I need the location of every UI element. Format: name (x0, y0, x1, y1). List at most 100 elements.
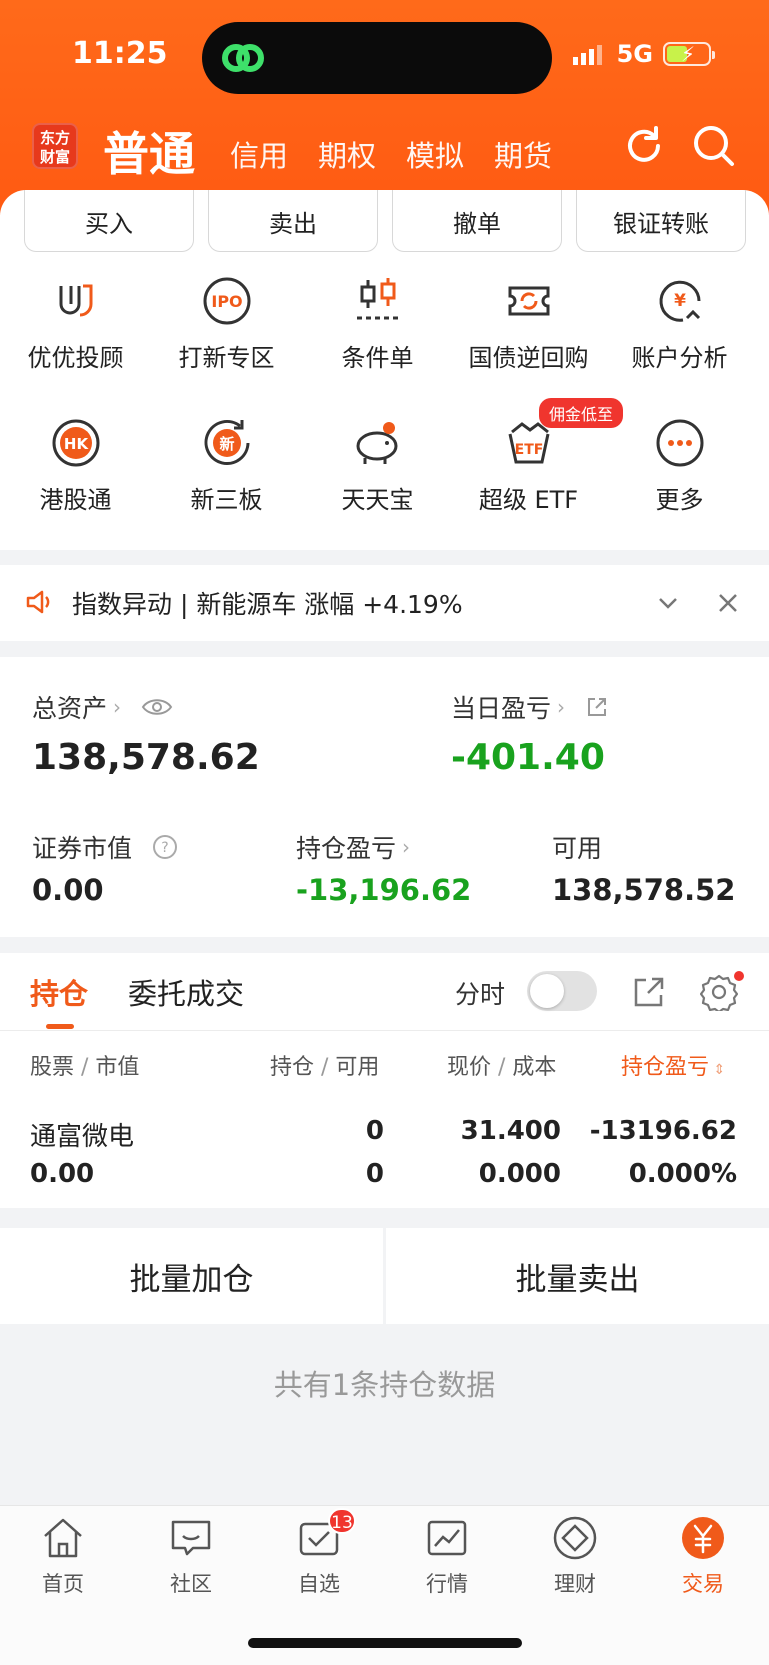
grid-label: 天天宝 (341, 486, 414, 514)
daily-pl-value: -401.40 (451, 737, 605, 778)
tab-futures[interactable]: 期货 (494, 133, 552, 175)
batch-sell-button[interactable]: 批量卖出 (386, 1228, 769, 1324)
row-pl-pct: 0.000% (628, 1159, 737, 1189)
grid-item-account-analysis[interactable]: ¥ 账户分析 (604, 270, 755, 412)
daily-pl-label: 当日盈亏 (451, 694, 552, 723)
header-hold-avail: 持仓 / 可用 (270, 1055, 380, 1080)
tab-simulation[interactable]: 模拟 (406, 133, 464, 175)
tabbar-home[interactable]: 首页 (8, 1514, 118, 1598)
grid-item-advisor[interactable]: 优优投顾 (0, 270, 151, 412)
hold-qty: 0 (365, 1116, 384, 1146)
buy-button[interactable]: 买入 (24, 190, 194, 252)
chevron-right-icon: › (113, 695, 122, 719)
notice-bar[interactable]: 指数异动 | 新能源车 涨幅 +4.19% (0, 565, 769, 641)
yuan-icon (682, 1517, 724, 1559)
neeq-icon: 新 (204, 420, 249, 465)
grid-label: 港股通 (39, 486, 112, 514)
tab-label: 交易 (682, 1572, 724, 1596)
active-tab-indicator (46, 1024, 74, 1029)
close-icon[interactable] (716, 591, 740, 615)
app-header: 11:25 5G ⚡ 东方财富 普通 信用 期权 模拟 期货 (0, 0, 769, 215)
grid-item-tiantianbao[interactable]: 天天宝 (302, 412, 453, 554)
market-value-label-group: 证券市值 ? (32, 829, 178, 865)
hk-icon: HK (52, 419, 99, 467)
app-logo[interactable]: 东方财富 (32, 123, 78, 169)
help-icon[interactable]: ? (152, 834, 178, 860)
cancel-order-button[interactable]: 撤单 (392, 190, 562, 252)
status-icons: 5G ⚡ (572, 40, 715, 68)
bank-transfer-button[interactable]: 银证转账 (576, 190, 746, 252)
dynamic-island (202, 22, 552, 94)
tab-credit[interactable]: 信用 (230, 133, 288, 175)
analysis-icon: ¥ (659, 280, 700, 322)
tabbar-community[interactable]: 社区 (136, 1514, 246, 1598)
repo-icon (508, 286, 549, 316)
quick-actions: 买入 卖出 撤单 银证转账 (24, 190, 746, 252)
batch-add-button[interactable]: 批量加仓 (0, 1228, 383, 1324)
header-position-pl-sort[interactable]: 持仓盈亏 ⇕ (621, 1049, 725, 1081)
intraday-toggle[interactable] (527, 971, 597, 1011)
tabbar-trade[interactable]: 交易 (648, 1514, 758, 1598)
grid-item-more[interactable]: 更多 (604, 412, 755, 554)
status-time: 11:25 (72, 36, 168, 71)
chevron-right-icon: › (402, 835, 411, 859)
gear-icon[interactable] (700, 973, 738, 1011)
home-indicator (248, 1638, 522, 1648)
grid-item-reverse-repo[interactable]: 国债逆回购 (453, 270, 604, 412)
grid-label: 更多 (655, 486, 704, 514)
signal-icon (572, 45, 602, 65)
refresh-icon[interactable] (622, 124, 666, 168)
grid-item-ipo[interactable]: IPO 打新专区 (151, 270, 302, 412)
grid-item-conditional-order[interactable]: 条件单 (302, 270, 453, 412)
link-app-icon (222, 44, 264, 72)
function-card: 买入 卖出 撤单 银证转账 优优投顾 IPO 打新专区 条件单 国债逆回购 ¥ … (0, 190, 769, 550)
svg-text:IPO: IPO (211, 292, 242, 311)
grid-item-super-etf[interactable]: 佣金低至 ETF 超级 ETF (453, 398, 624, 554)
more-icon (656, 419, 703, 467)
intraday-label: 分时 (455, 980, 506, 1009)
tab-normal-account[interactable]: 普通 (103, 118, 195, 184)
sell-button[interactable]: 卖出 (208, 190, 378, 252)
notification-dot (734, 971, 744, 981)
tab-positions[interactable]: 持仓 (30, 971, 88, 1013)
grid-item-hk-connect[interactable]: HK 港股通 (0, 412, 151, 554)
svg-text:?: ? (161, 840, 168, 856)
cost-price: 0.000 (478, 1159, 561, 1189)
total-assets-label: 总资产 (32, 694, 108, 723)
grid-item-neeq[interactable]: 新 新三板 (151, 412, 302, 554)
tabbar-market[interactable]: 行情 (392, 1514, 502, 1598)
chevron-down-icon[interactable] (656, 591, 680, 615)
eye-icon[interactable] (141, 696, 173, 718)
tabbar-wealth[interactable]: 理财 (520, 1514, 630, 1598)
market-chart-icon (427, 1520, 467, 1556)
daily-pl-link[interactable]: 当日盈亏 › (451, 689, 609, 725)
market-value: 0.00 (32, 873, 104, 907)
divider (0, 1030, 769, 1031)
batch-actions: 批量加仓 批量卖出 (0, 1228, 769, 1324)
asset-summary: 总资产 › 138,578.62 当日盈亏 › -401.40 证券市值 ? 0… (0, 657, 769, 937)
svg-text:¥: ¥ (674, 291, 686, 311)
tab-label: 行情 (426, 1572, 468, 1596)
grid-label: 优优投顾 (27, 344, 124, 372)
tab-label: 自选 (298, 1572, 340, 1596)
svg-text:新: 新 (219, 435, 234, 453)
tab-label: 理财 (554, 1572, 596, 1596)
current-price: 31.400 (460, 1116, 561, 1146)
tab-label: 首页 (42, 1572, 84, 1596)
row-pl-value: -13196.62 (589, 1116, 737, 1146)
export-icon[interactable] (632, 975, 666, 1009)
tab-options[interactable]: 期权 (318, 133, 376, 175)
tab-orders-trades[interactable]: 委托成交 (128, 971, 244, 1013)
position-pl-link[interactable]: 持仓盈亏 › (296, 829, 410, 865)
market-value-label: 证券市值 (32, 834, 133, 863)
total-assets-link[interactable]: 总资产 › (32, 689, 173, 725)
position-pl-label: 持仓盈亏 (296, 834, 397, 863)
available-value: 138,578.52 (552, 873, 736, 907)
tabbar-watchlist[interactable]: 13 自选 (264, 1508, 374, 1598)
ipo-icon: IPO (203, 277, 250, 325)
grid-label: 超级 ETF (478, 486, 579, 514)
stock-name: 通富微电 (30, 1122, 135, 1152)
search-icon[interactable] (692, 124, 736, 168)
share-icon[interactable] (585, 695, 609, 719)
avail-qty: 0 (365, 1159, 384, 1189)
